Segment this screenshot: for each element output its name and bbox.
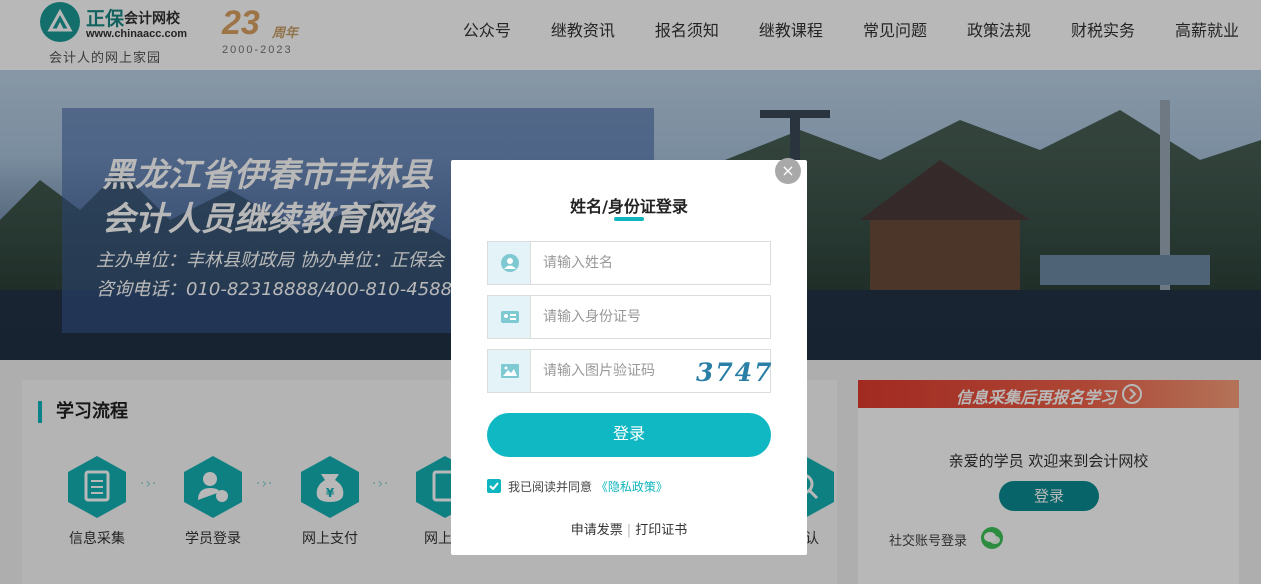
id-number-input[interactable] <box>543 307 743 327</box>
title-underline <box>614 217 644 221</box>
privacy-policy-link[interactable]: 《隐私政策》 <box>596 480 668 494</box>
invoice-link[interactable]: 申请发票 <box>571 523 623 538</box>
user-icon <box>488 242 531 284</box>
link-separator: | <box>626 523 632 538</box>
close-icon[interactable]: × <box>775 158 801 184</box>
agree-text: 我已阅读并同意 《隐私政策》 <box>508 478 668 495</box>
captcha-image[interactable]: 3747 <box>696 358 772 388</box>
print-certificate-link[interactable]: 打印证书 <box>635 523 687 538</box>
check-icon <box>489 482 499 490</box>
id-field <box>487 295 771 339</box>
name-field <box>487 241 771 285</box>
name-input[interactable] <box>543 253 743 273</box>
agree-prefix: 我已阅读并同意 <box>508 480 593 494</box>
modal-bottom-links: 申请发票 | 打印证书 <box>451 519 807 538</box>
image-icon <box>488 350 531 392</box>
modal-title: 姓名/身份证登录 <box>570 197 688 216</box>
id-card-icon <box>488 296 531 338</box>
agree-checkbox[interactable] <box>487 479 501 493</box>
login-button[interactable]: 登录 <box>487 413 771 457</box>
